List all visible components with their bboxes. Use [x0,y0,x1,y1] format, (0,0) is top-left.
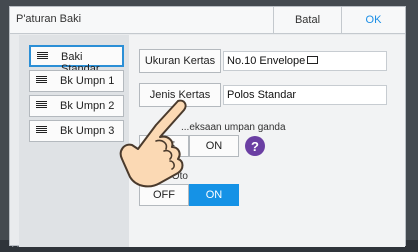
pointing-hand-icon [119,99,187,188]
tray-item-label: Bk Umpn 3 [60,125,115,137]
tray-item-feed-3[interactable]: Bk Umpn 3 [29,120,124,142]
paper-type-value[interactable]: Polos Standar [223,85,387,105]
paper-size-button[interactable]: Ukuran Kertas [139,49,221,73]
paper-size-value[interactable]: No.10 Envelope [223,51,387,71]
ok-button[interactable]: OK [341,7,405,33]
tray-item-feed-2[interactable]: Bk Umpn 2 [29,95,124,117]
envelope-icon [307,56,319,65]
tray-item-label: Bk Umpn 1 [60,75,115,87]
tray-icon [36,126,47,135]
tray-item-standard[interactable]: Baki Standar [29,45,124,75]
paper-size-value-text: No.10 Envelope [227,55,306,67]
double-feed-on-toggle[interactable]: ON [189,135,239,157]
double-feed-label: ...eksaan umpan ganda [181,122,286,133]
tray-item-feed-1[interactable]: Bk Umpn 1 [29,70,124,92]
tray-icon [37,52,48,61]
tray-list: Baki Standar Bk Umpn 1 Bk Umpn 2 Bk Umpn… [19,35,129,247]
help-icon[interactable]: ? [245,136,265,156]
tray-item-label: Bk Umpn 2 [60,100,115,112]
auto-select-on-toggle[interactable]: ON [189,184,239,206]
dialog-title: P'aturan Baki [16,13,82,25]
dialog-header: P'aturan Baki Batal OK [10,7,405,34]
cancel-button[interactable]: Batal [273,7,341,33]
tray-icon [36,101,47,110]
tray-icon [36,76,47,85]
tray-settings-dialog: P'aturan Baki Batal OK Baki Standar Bk U… [9,6,406,247]
